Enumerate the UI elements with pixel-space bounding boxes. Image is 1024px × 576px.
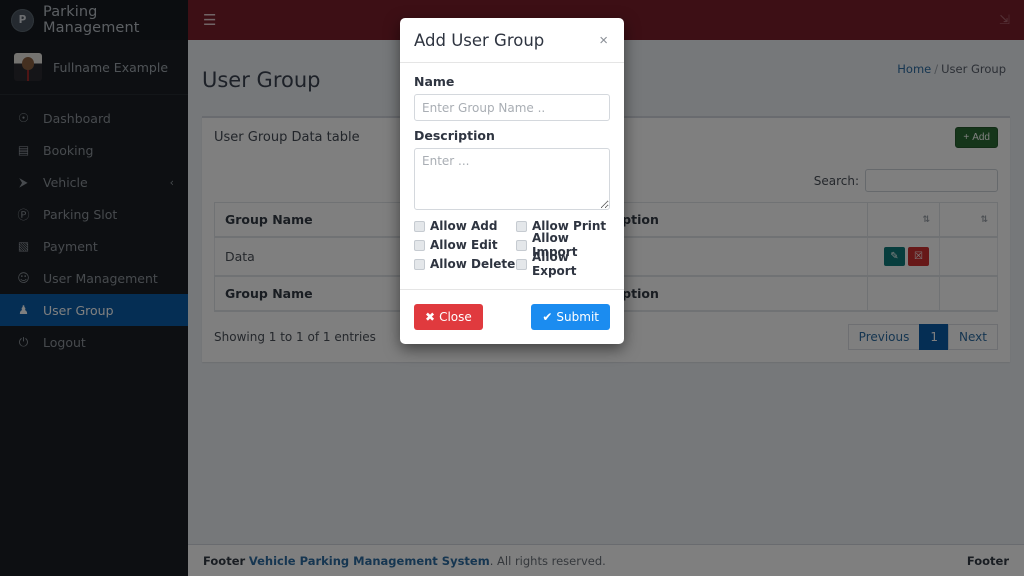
group-name-input[interactable] (414, 94, 610, 121)
description-field-label: Description (414, 128, 495, 143)
permission-label: Allow Export (532, 250, 577, 278)
checkbox-icon[interactable] (414, 220, 425, 232)
permission-allow-export[interactable]: Allow Export (516, 250, 610, 278)
modal-title: Add User Group (414, 31, 545, 50)
checkbox-icon[interactable] (414, 239, 425, 251)
checkbox-icon[interactable] (516, 239, 527, 251)
check-icon: ✔ (542, 310, 553, 324)
checkbox-icon[interactable] (516, 220, 527, 232)
modal-body: Name Description Allow AddAllow PrintAll… (400, 63, 624, 279)
modal-close-button[interactable]: ✖ Close (414, 304, 483, 330)
modal-close-button-label: Close (439, 310, 472, 324)
modal-footer: ✖ Close ✔ Submit (400, 289, 624, 344)
close-x-icon[interactable]: × (597, 31, 610, 50)
modal-submit-button-label: Submit (556, 310, 599, 324)
times-icon: ✖ (425, 310, 436, 324)
modal-submit-button[interactable]: ✔ Submit (531, 304, 610, 330)
description-textarea[interactable] (414, 148, 610, 210)
name-field-label: Name (414, 74, 455, 89)
checkbox-icon[interactable] (516, 258, 527, 270)
permission-label: Allow Edit (430, 238, 498, 252)
permission-label: Allow Delete (430, 257, 516, 271)
permission-allow-add[interactable]: Allow Add (414, 217, 516, 235)
add-user-group-modal: Add User Group × Name Description Allow … (400, 18, 624, 344)
permission-allow-edit[interactable]: Allow Edit (414, 236, 516, 254)
permissions-grid: Allow Add Allow Print Allow Edit Allow Impo… (414, 217, 610, 278)
modal-header: Add User Group × (400, 18, 624, 63)
permission-allow-delete[interactable]: Allow Delete (414, 255, 516, 273)
checkbox-icon[interactable] (414, 258, 425, 270)
permission-label: Allow Add (430, 219, 498, 233)
